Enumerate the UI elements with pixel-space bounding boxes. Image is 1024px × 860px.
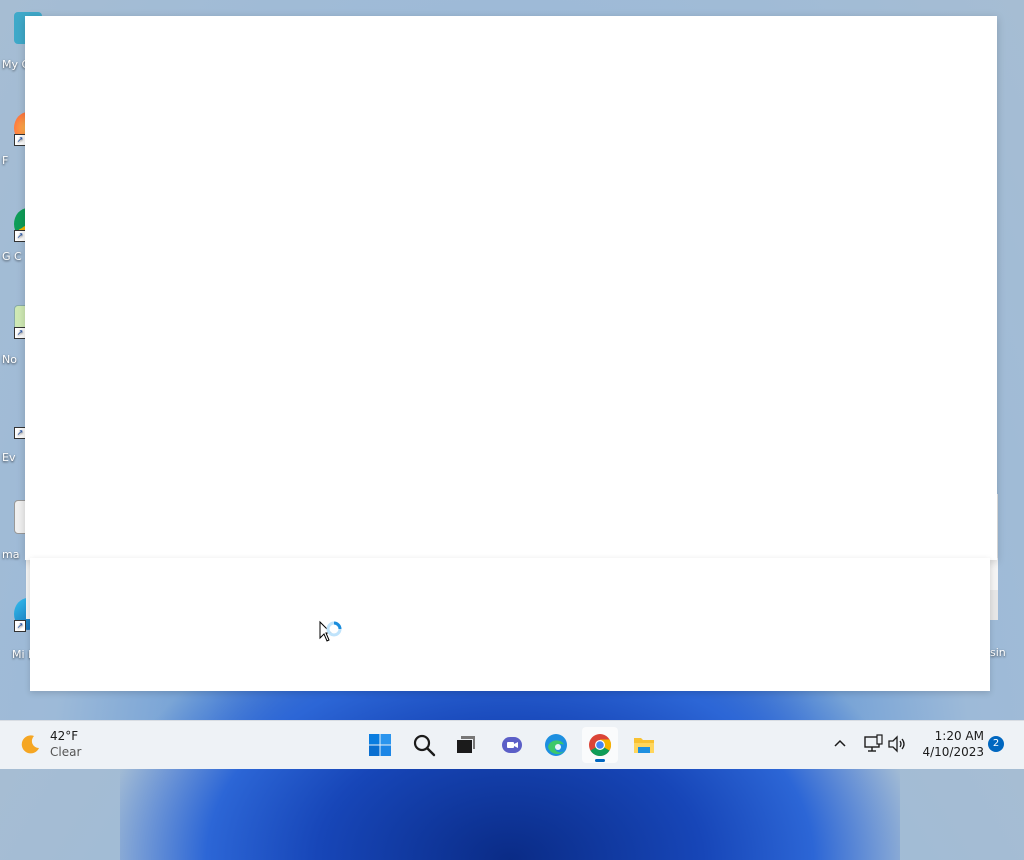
busy-cursor-icon [318,620,348,650]
weather-condition: Clear [50,745,82,759]
volume-icon [888,735,905,753]
notification-badge[interactable]: 2 [988,736,1004,752]
search-icon [413,734,436,757]
file-explorer-button[interactable] [626,727,662,763]
show-hidden-icons-button[interactable] [830,734,850,754]
chrome-icon [589,734,611,756]
task-view-icon [457,736,475,753]
edge-taskbar-button[interactable] [538,727,574,763]
shortcut-arrow-icon: ↗ [14,620,26,632]
edge-icon [545,734,567,756]
weather-widget[interactable]: 42°F Clear [16,727,136,763]
folder-icon [634,738,654,753]
chat-button[interactable] [494,727,530,763]
background-window-edge [990,590,998,620]
windows-start-icon [369,734,391,756]
chrome-taskbar-button[interactable] [582,727,618,763]
chevron-up-icon [834,739,846,747]
blank-window-lower[interactable] [30,558,990,691]
weather-temperature: 42°F [50,729,79,743]
desktop-icon-label-right: sin [990,646,1006,659]
clock-time: 1:20 AM [934,729,984,743]
teams-chat-icon [502,737,522,753]
task-view-button[interactable] [448,727,484,763]
volume-button[interactable] [886,733,908,755]
blank-window[interactable] [25,16,997,560]
moon-icon [18,733,42,757]
network-button[interactable] [862,733,884,755]
taskbar: 42°F Clear 1:20 AM 4/10/2023 2 [0,720,1024,769]
search-button[interactable] [406,727,442,763]
active-indicator [595,759,605,762]
clock-date: 4/10/2023 [922,745,984,759]
clock[interactable]: 1:20 AM 4/10/2023 [914,728,984,760]
start-button[interactable] [362,727,398,763]
network-icon [864,734,883,752]
